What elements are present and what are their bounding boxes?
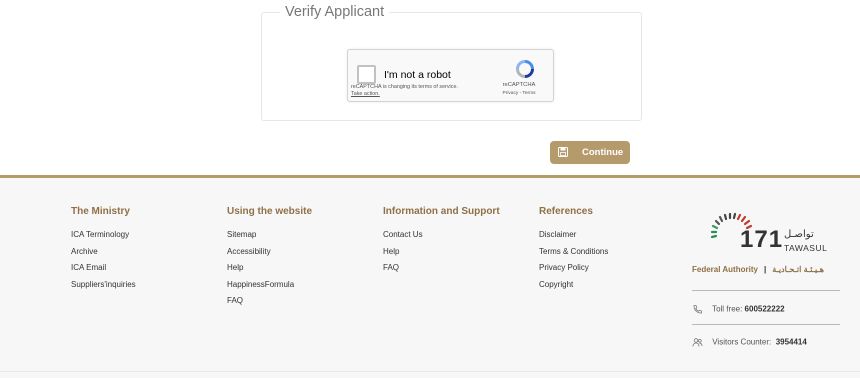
federal-authority-label: Federal Authority | هـيـئـة اتـحـاديـة	[692, 265, 824, 274]
footer-divider	[692, 290, 840, 291]
footer-divider	[692, 324, 840, 325]
footer-link-terms-conditions[interactable]: Terms & Conditions	[539, 244, 608, 261]
footer-heading: The Ministry	[71, 206, 130, 217]
continue-button-label: Continue	[582, 147, 624, 158]
footer-column-references: References Disclaimer Terms & Conditions…	[539, 206, 608, 293]
footer-link-accessibility[interactable]: Accessibility	[227, 244, 312, 261]
footer-link-faq[interactable]: FAQ	[227, 293, 312, 310]
tawasul-arabic-name: تواصـل	[784, 229, 814, 240]
footer-link-suppliers-inquiries[interactable]: Suppliers'inquiries	[71, 277, 136, 294]
footer-column-using-website: Using the website Sitemap Accessibility …	[227, 206, 312, 310]
footer-column-information-support: Information and Support Contact Us Help …	[383, 206, 500, 277]
verify-applicant-title: Verify Applicant	[280, 4, 390, 20]
site-footer: The Ministry ICA Terminology Archive ICA…	[0, 175, 860, 378]
recaptcha-label: I'm not a robot	[384, 69, 451, 81]
footer-link-contact-us[interactable]: Contact Us	[383, 227, 500, 244]
recaptcha-take-action-link[interactable]: Take action.	[351, 91, 380, 97]
save-icon	[558, 147, 568, 157]
footer-link-ica-email[interactable]: ICA Email	[71, 260, 136, 277]
footer-heading: References	[539, 206, 593, 217]
footer-link-disclaimer[interactable]: Disclaimer	[539, 227, 608, 244]
toll-free-number: 600522222	[744, 304, 785, 314]
footer-link-happiness-formula[interactable]: HappinessFormula	[227, 277, 312, 294]
visitors-counter-row: Visitors Counter: 3954414	[692, 337, 807, 348]
toll-free-row: Toll free: 600522222	[692, 304, 785, 315]
footer-link-help[interactable]: Help	[383, 244, 500, 261]
users-icon	[692, 338, 703, 347]
footer-heading: Using the website	[227, 206, 313, 217]
footer-link-copyright[interactable]: Copyright	[539, 277, 608, 294]
footer-link-privacy-policy[interactable]: Privacy Policy	[539, 260, 608, 277]
footer-link-sitemap[interactable]: Sitemap	[227, 227, 312, 244]
footer-bottom-divider	[0, 371, 860, 372]
recaptcha-privacy-terms-link[interactable]: Privacy - Terms	[488, 91, 550, 96]
continue-button[interactable]: Continue	[550, 141, 630, 164]
visitors-count: 3954414	[775, 337, 807, 347]
recaptcha-brand: reCAPTCHA	[502, 82, 536, 88]
footer-link-archive[interactable]: Archive	[71, 244, 136, 261]
phone-icon	[693, 305, 702, 314]
recaptcha-checkbox[interactable]	[357, 65, 376, 84]
tawasul-number: 171	[740, 226, 784, 253]
footer-link-faq[interactable]: FAQ	[383, 260, 500, 277]
footer-heading: Information and Support	[383, 206, 500, 217]
recaptcha-widget: I'm not a robot reCAPTCHA is changing it…	[347, 49, 554, 102]
footer-link-ica-terminology[interactable]: ICA Terminology	[71, 227, 136, 244]
tawasul-english-name: TAWASUL	[784, 243, 828, 253]
footer-column-ministry: The Ministry ICA Terminology Archive ICA…	[71, 206, 136, 293]
footer-link-help[interactable]: Help	[227, 260, 312, 277]
recaptcha-logo-icon	[516, 60, 534, 78]
recaptcha-notice: reCAPTCHA is changing its terms of servi…	[351, 84, 458, 97]
